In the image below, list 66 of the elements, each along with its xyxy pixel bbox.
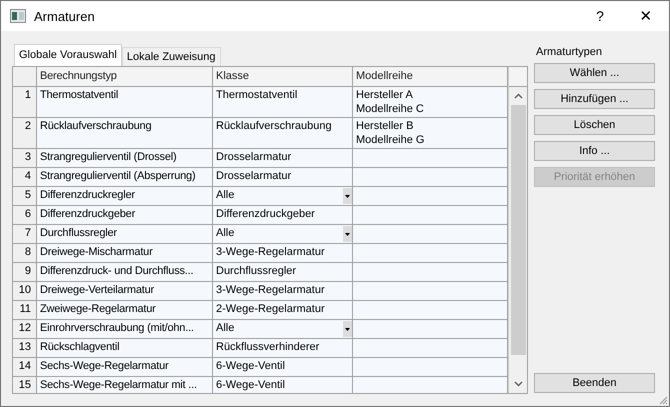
cell-text: Modellreihe G [356,133,426,147]
cell-text: 6-Wege-Ventil [216,359,286,374]
cell-text: Modellreihe C [356,102,425,116]
row-number: 4 [13,168,37,186]
table-cell: Durchflussregler [37,225,213,243]
cell-text: 6-Wege-Ventil [216,378,286,393]
action-button[interactable]: Wählen ... [534,63,655,83]
table-cell: Thermostatventil [37,87,213,117]
row-number: 3 [13,149,37,167]
row-number: 1 [13,87,37,117]
cell-text: Alle [216,226,236,241]
cell-text: Differenzdruckgeber [216,207,316,222]
table-cell: Zweiwege-Regelarmatur [37,301,213,319]
row-number: 2 [13,118,37,148]
row-number: 12 [13,320,37,338]
table-cell: Dreiwege-Verteilarmatur [37,282,213,300]
table-cell: Sechs-Wege-Regelarmatur [37,358,213,376]
table-cell: Rücklaufverschraubung [37,118,213,148]
cell-text: Thermostatventil [216,88,298,103]
row-number: 9 [13,263,37,281]
cell-text: Alle [216,188,236,203]
window-title: Armaturen [34,8,95,24]
cell-text: Rücklaufverschraubung [216,119,333,134]
cell-text: 3-Wege-Regelarmatur [216,283,326,298]
exit-button[interactable]: Beenden [534,373,655,393]
group-label: Armaturtypen [536,46,604,58]
row-number: 11 [13,301,37,319]
cell-text: Drosselarmatur [216,169,292,184]
table-cell: Strangregulierventil (Drossel) [37,149,213,167]
tab[interactable]: Globale Vorauswahl [14,44,122,66]
resize-grip-icon[interactable] [658,395,668,405]
scroll-up-icon[interactable] [514,93,522,99]
cell-text: Hersteller B [356,119,414,133]
row-number: 14 [13,358,37,376]
cell-text: Alle [216,321,236,336]
action-button[interactable]: Info ... [534,141,655,161]
row-number: 15 [13,377,37,393]
help-button[interactable]: ? [577,1,623,31]
window-app-icon [10,9,26,23]
cell-text: 2-Wege-Regelarmatur [216,302,326,317]
table-cell: Differenzdruckregler [37,187,213,205]
cell-text: 3-Wege-Regelarmatur [216,245,326,260]
action-button[interactable]: Hinzufügen ... [534,89,655,109]
table-cell: Sechs-Wege-Regelarmatur mit ... [37,377,213,393]
row-number: 10 [13,282,37,300]
vertical-scrollbar[interactable] [508,67,527,393]
cell-text: Durchflussregler [216,264,298,279]
row-number: 5 [13,187,37,205]
tab[interactable]: Lokale Zuweisung [122,47,221,66]
scroll-down-icon[interactable] [514,381,522,387]
cell-text: Hersteller A [356,88,414,102]
table-cell: Differenzdruckgeber [37,206,213,224]
row-number: 8 [13,244,37,262]
close-button[interactable]: ✕ [623,1,669,31]
scrollbar-thumb[interactable] [510,105,526,355]
table-cell: Strangregulierventil (Absperrung) [37,168,213,186]
row-number: 6 [13,206,37,224]
table-cell: Differenzdruck- und Durchfluss... [37,263,213,281]
action-button[interactable]: Löschen [534,115,655,135]
cell-text: Drosselarmatur [216,150,292,165]
table-cell: Einrohrverschraubung (mit/ohn... [37,320,213,338]
row-number: 13 [13,339,37,357]
row-number: 7 [13,225,37,243]
cell-text: Rückflussverhinderer [216,340,320,355]
table-cell: Rückschlagventil [37,339,213,357]
table-cell: Dreiwege-Mischarmatur [37,244,213,262]
